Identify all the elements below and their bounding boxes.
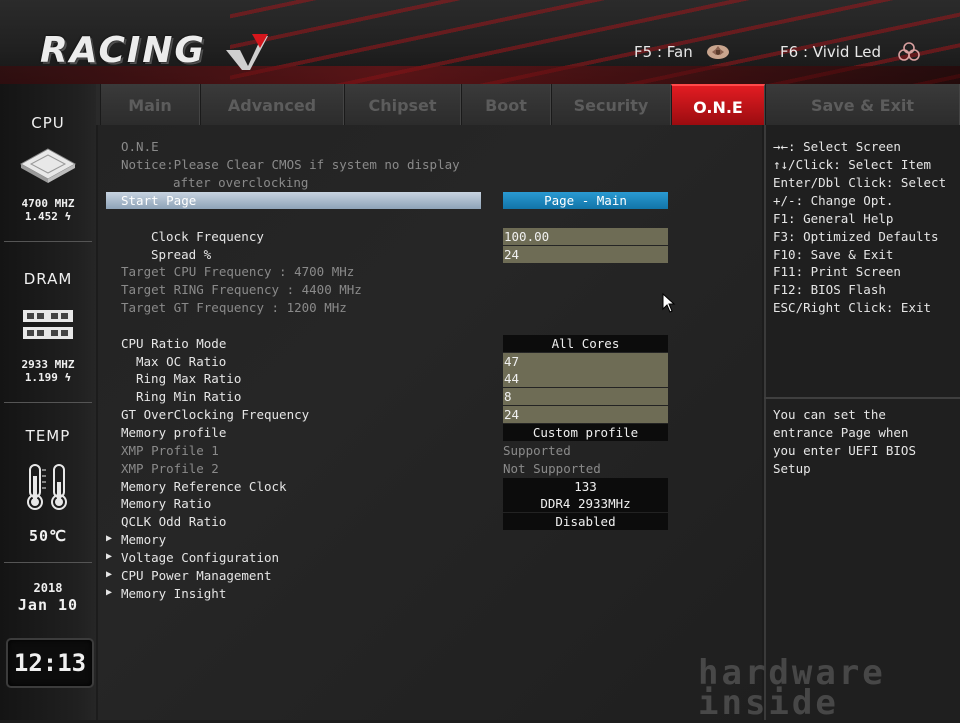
date-day: Jan 10 (17, 596, 79, 614)
qclk-odd-ratio-select[interactable]: Disabled (503, 513, 668, 530)
submenu-memory-insight[interactable]: Memory Insight (121, 585, 226, 602)
dram-module-icon (23, 310, 73, 339)
submenu-cpu-power-management[interactable]: CPU Power Management (121, 567, 272, 584)
xmp-profile-2-value: Not Supported (503, 461, 601, 476)
cpu-ratio-mode-select[interactable]: All Cores (503, 335, 668, 352)
ring-max-ratio-label: Ring Max Ratio (136, 371, 242, 386)
help-key-f3: F3: Optimized Defaults (773, 229, 939, 244)
help-key-f12: F12: BIOS Flash (773, 282, 886, 297)
qclk-odd-ratio-label: QCLK Odd Ratio (121, 514, 227, 529)
status-sidebar: CPU 4700 MHZ 1.452 ϟ DRAM 2933 MHZ 1.199… (0, 84, 96, 720)
cpu-voltage: 1.452 ϟ (24, 210, 72, 223)
sidebar-divider (4, 562, 92, 563)
help-divider (764, 397, 960, 399)
gt-oc-frequency-input[interactable]: 24 (503, 406, 668, 423)
target-ring-frequency: Target RING Frequency : 4400 MHz (121, 282, 362, 297)
clock-frequency-label: Clock Frequency (151, 229, 264, 244)
tab-boot[interactable]: Boot (461, 84, 551, 125)
xmp-profile-1-label: XMP Profile 1 (121, 443, 219, 458)
target-gt-frequency: Target GT Frequency : 1200 MHz (121, 300, 347, 315)
led-icon[interactable] (897, 42, 921, 62)
fan-icon[interactable] (706, 42, 730, 62)
help-key-select-screen: →←: Select Screen (773, 139, 901, 154)
tab-security[interactable]: Security (551, 84, 671, 125)
tab-save-exit[interactable]: Save & Exit (765, 84, 960, 125)
memory-reference-clock-label: Memory Reference Clock (121, 479, 287, 494)
fan-hotkey[interactable]: F5 : Fan (634, 43, 693, 61)
temp-title: TEMP (25, 427, 71, 445)
dram-voltage: 1.199 ϟ (24, 371, 72, 384)
brand-logo: RACING (40, 30, 206, 71)
submenu-arrow-icon: ▶ (106, 569, 113, 580)
max-oc-ratio-label: Max OC Ratio (136, 354, 227, 369)
memory-reference-clock-select[interactable]: 133 (503, 478, 668, 495)
target-cpu-frequency: Target CPU Frequency : 4700 MHz (121, 264, 355, 279)
help-description-line: You can set the (773, 407, 886, 422)
logo-x-icon (226, 34, 268, 70)
sidebar-divider (4, 241, 92, 242)
spread-input[interactable]: 24 (503, 246, 668, 263)
dram-frequency: 2933 MHZ (21, 358, 75, 371)
help-description-line: Setup (773, 461, 811, 476)
vivid-led-hotkey[interactable]: F6 : Vivid Led (780, 43, 881, 61)
spread-label: Spread % (151, 247, 212, 262)
max-oc-ratio-input[interactable]: 47 (503, 353, 668, 370)
submenu-memory[interactable]: Memory (121, 531, 166, 548)
thermometer-icon (27, 464, 67, 510)
gt-oc-frequency-label: GT OverClocking Frequency (121, 407, 310, 422)
ring-min-ratio-input[interactable]: 8 (503, 388, 668, 405)
memory-profile-label: Memory profile (121, 425, 227, 440)
submenu-arrow-icon: ▶ (106, 587, 113, 598)
submenu-voltage-configuration[interactable]: Voltage Configuration (121, 549, 279, 566)
cpu-title: CPU (31, 114, 65, 132)
help-key-f10: F10: Save & Exit (773, 247, 894, 262)
notice-line-1: Notice:Please Clear CMOS if system no di… (121, 157, 460, 172)
help-key-esc: ESC/Right Click: Exit (773, 300, 932, 315)
clock-display: 12:13 (6, 638, 94, 688)
start-page-label: Start Page (121, 193, 197, 208)
section-title: O.N.E (121, 139, 159, 154)
watermark-line: inside (698, 683, 839, 723)
help-key-enter: Enter/Dbl Click: Select (773, 175, 947, 190)
ring-max-ratio-input[interactable]: 44 (503, 370, 668, 387)
xmp-profile-1-value: Supported (503, 443, 571, 458)
dram-title: DRAM (23, 270, 73, 288)
cpu-frequency: 4700 MHZ (21, 197, 75, 210)
cpu-chip-icon (19, 148, 77, 183)
watermark-logo: hardware inside (698, 656, 960, 723)
tab-bar: Main Advanced Chipset Boot Security O.N.… (96, 84, 960, 125)
temp-value: 50℃ (29, 527, 67, 545)
tab-main[interactable]: Main (100, 84, 200, 125)
help-description-line: you enter UEFI BIOS (773, 443, 916, 458)
ring-min-ratio-label: Ring Min Ratio (136, 389, 242, 404)
memory-ratio-label: Memory Ratio (121, 496, 212, 511)
help-key-select-item: ↑↓/Click: Select Item (773, 157, 932, 172)
start-page-value[interactable]: Page - Main (503, 192, 668, 209)
tab-advanced[interactable]: Advanced (200, 84, 344, 125)
submenu-arrow-icon: ▶ (106, 533, 113, 544)
help-key-f1: F1: General Help (773, 211, 894, 226)
notice-line-2: after overclocking (173, 175, 309, 190)
submenu-arrow-icon: ▶ (106, 551, 113, 562)
help-key-change-opt: +/-: Change Opt. (773, 193, 894, 208)
cpu-ratio-mode-label: CPU Ratio Mode (121, 336, 227, 351)
tab-one[interactable]: O.N.E (671, 84, 765, 125)
mouse-cursor-icon (662, 293, 676, 313)
sidebar-divider (4, 402, 92, 403)
memory-ratio-select[interactable]: DDR4 2933MHz (503, 495, 668, 512)
date-year: 2018 (33, 581, 63, 595)
help-description-line: entrance Page when (773, 425, 909, 440)
clock-frequency-input[interactable]: 100.00 (503, 228, 668, 245)
xmp-profile-2-label: XMP Profile 2 (121, 461, 219, 476)
clock-time: 12:13 (13, 649, 87, 677)
header-banner: RACING F5 : Fan F6 : Vivid Led (0, 0, 960, 84)
tab-chipset[interactable]: Chipset (344, 84, 461, 125)
memory-profile-select[interactable]: Custom profile (503, 424, 668, 441)
help-key-f11: F11: Print Screen (773, 264, 901, 279)
